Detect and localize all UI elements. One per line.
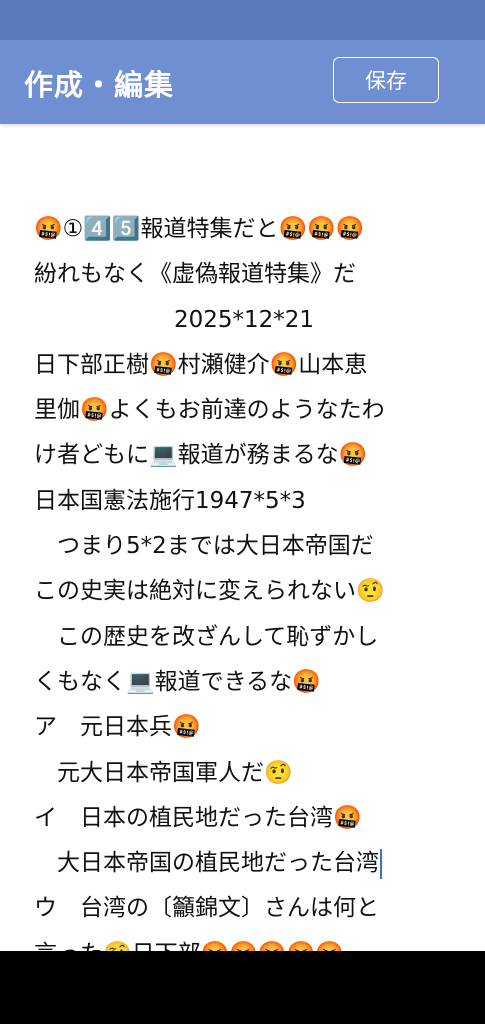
status-bar [0,0,485,40]
editor-line: イ 日本の植民地だった台湾🤬 [34,804,362,831]
editor-line: この史実は絶対に変えられない🤨 [34,578,385,605]
editor-line: 2025*12*21 [173,306,315,333]
editor-line: くもなく💻報道できるな🤬 [34,668,321,695]
editor-line: ウ 台湾の〔籲錦文〕さんは何と [34,895,379,922]
editor-line: 言った🤨日下部🤬🤬🤬🤬🤬 [34,932,454,951]
page-title: 作成・編集 [24,68,175,102]
save-button[interactable]: 保存 [333,57,439,103]
text-cursor [380,848,382,879]
editor-line: 大日本帝国の植民地だった台湾 [34,841,454,886]
editor-line: 日本国憲法施行1947*5*3 [34,487,306,514]
app-bar: 作成・編集 保存 [0,40,485,124]
editor-line: 日下部正樹🤬村瀬健介🤬山本恵 [34,351,368,378]
editor-line: 紛れもなく《虚偽報道特集》だ [34,261,356,288]
editor-line: 🤬①4️⃣5️⃣報道特集だと🤬🤬🤬 [34,216,365,242]
editor-line: つまり5*2までは大日本帝国だ [34,533,374,560]
editor-line-text: 大日本帝国の植民地だった台湾 [34,850,379,877]
navigation-bar [0,951,485,1024]
editor-line: ア 元日本兵🤬 [34,714,201,741]
text-editor[interactable]: 🤬①4️⃣5️⃣報道特集だと🤬🤬🤬 紛れもなく《虚偽報道特集》だ 2025*12… [34,207,454,951]
editor-line: この歴史を改ざんして恥ずかし [34,623,379,650]
editor-line: け者どもに💻報道が務まるな🤬 [34,442,368,469]
editor-line: 里伽🤬よくもお前達のようなたわ [34,397,385,424]
editor-line: 元大日本帝国軍人だ🤨 [34,759,293,786]
